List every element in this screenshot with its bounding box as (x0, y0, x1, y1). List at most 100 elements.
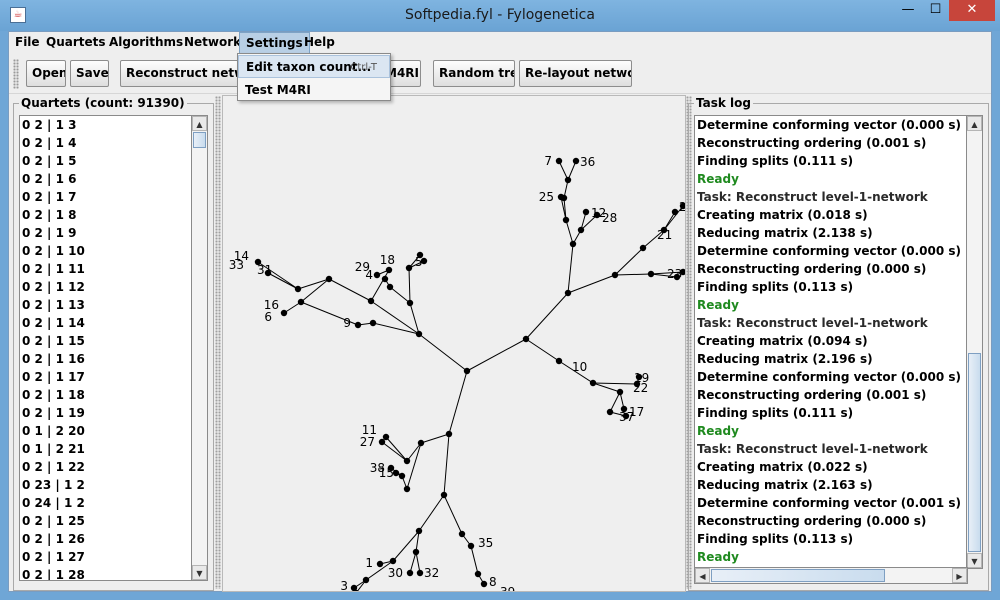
scroll-thumb[interactable] (193, 132, 206, 148)
menu-quartets[interactable]: Quartets (40, 32, 112, 54)
network-node[interactable] (569, 240, 577, 248)
network-canvas[interactable]: 7362512282212314333129185416691019221737… (222, 95, 686, 592)
network-node[interactable] (376, 560, 384, 568)
network-node[interactable] (564, 176, 572, 184)
relayout-network-button[interactable]: Re-layout network (519, 60, 632, 87)
minimize-button[interactable]: — (894, 0, 922, 21)
network-node[interactable] (389, 557, 397, 565)
list-item[interactable]: 0 1 | 2 21 (20, 440, 193, 458)
network-node[interactable] (403, 457, 411, 465)
network-node[interactable] (398, 472, 406, 480)
network-node[interactable] (522, 335, 530, 343)
network-node[interactable] (671, 208, 679, 216)
network-node[interactable] (381, 275, 389, 283)
quartets-list[interactable]: 0 2 | 1 30 2 | 1 40 2 | 1 50 2 | 1 6 0 2 … (19, 115, 194, 581)
scroll-left-arrow[interactable]: ◀ (695, 568, 710, 583)
network-node[interactable] (611, 271, 619, 279)
network-node[interactable] (589, 379, 597, 387)
scroll-down-arrow[interactable]: ▼ (967, 553, 982, 568)
network-node[interactable] (572, 157, 580, 165)
list-item[interactable]: 0 24 | 1 2 (20, 494, 193, 512)
list-item[interactable]: 0 2 | 1 15 (20, 332, 193, 350)
network-node[interactable] (562, 216, 570, 224)
list-item[interactable]: 0 1 | 2 20 (20, 422, 193, 440)
network-node[interactable] (406, 569, 414, 577)
scroll-thumb[interactable] (968, 353, 981, 552)
network-node[interactable] (555, 357, 563, 365)
network-node[interactable] (480, 580, 488, 588)
menu-network[interactable]: Network (178, 32, 247, 54)
network-node[interactable] (557, 193, 565, 201)
network-node[interactable] (647, 270, 655, 278)
scroll-right-arrow[interactable]: ▶ (952, 568, 967, 583)
network-node[interactable] (417, 439, 425, 447)
list-item[interactable]: 0 2 | 1 25 (20, 512, 193, 530)
scroll-up-arrow[interactable]: ▲ (192, 116, 207, 131)
network-node[interactable] (350, 584, 358, 591)
network-node[interactable] (555, 157, 563, 165)
toolbar-grip[interactable] (13, 59, 19, 89)
list-item[interactable]: 0 2 | 1 3 (20, 116, 193, 134)
scroll-down-arrow[interactable]: ▼ (192, 565, 207, 580)
network-node[interactable] (406, 299, 414, 307)
network-node[interactable] (577, 226, 585, 234)
list-item[interactable]: 0 2 | 1 16 (20, 350, 193, 368)
list-item[interactable]: 0 2 | 1 4 (20, 134, 193, 152)
list-item[interactable]: 0 2 | 1 11 (20, 260, 193, 278)
test-m4ri-menu-item[interactable]: Test M4RI (238, 79, 390, 102)
scroll-up-arrow[interactable]: ▲ (967, 116, 982, 131)
network-node[interactable] (382, 433, 390, 441)
network-node[interactable] (445, 430, 453, 438)
network-node[interactable] (415, 330, 423, 338)
network-node[interactable] (373, 271, 381, 279)
quartets-scrollbar[interactable]: ▲ ▼ (191, 115, 208, 581)
list-item[interactable]: 0 2 | 1 8 (20, 206, 193, 224)
network-node[interactable] (467, 542, 475, 550)
network-node[interactable] (639, 244, 647, 252)
list-item[interactable]: 0 2 | 1 6 (20, 170, 193, 188)
task-log-horizontal-scrollbar[interactable]: ◀ ▶ (694, 567, 968, 584)
network-node[interactable] (367, 297, 375, 305)
menu-help[interactable]: Help (298, 32, 341, 54)
network-node[interactable] (606, 408, 614, 416)
list-item[interactable]: 0 2 | 1 27 (20, 548, 193, 566)
list-item[interactable]: 0 2 | 1 18 (20, 386, 193, 404)
open-button[interactable]: Open (26, 60, 66, 87)
network-node[interactable] (415, 527, 423, 535)
network-node[interactable] (582, 208, 590, 216)
list-item[interactable]: 0 2 | 1 9 (20, 224, 193, 242)
random-tree-button[interactable]: Random tree (433, 60, 515, 87)
list-item[interactable]: 0 2 | 1 26 (20, 530, 193, 548)
network-node[interactable] (412, 548, 420, 556)
list-item[interactable]: 0 2 | 1 28 (20, 566, 193, 580)
list-item[interactable]: 0 2 | 1 12 (20, 278, 193, 296)
network-node[interactable] (280, 309, 288, 317)
network-node[interactable] (297, 298, 305, 306)
save-button[interactable]: Save (70, 60, 109, 87)
list-item[interactable]: 0 2 | 1 14 (20, 314, 193, 332)
list-item[interactable]: 0 2 | 1 5 (20, 152, 193, 170)
list-item[interactable]: 0 23 | 1 2 (20, 476, 193, 494)
menu-algorithms[interactable]: Algorithms (103, 32, 189, 54)
task-log-scrollbar[interactable]: ▲ ▼ (966, 115, 983, 569)
network-node[interactable] (416, 569, 424, 577)
network-node[interactable] (294, 285, 302, 293)
close-button[interactable]: ✕ (949, 0, 995, 21)
network-node[interactable] (463, 367, 471, 375)
reconstruct-network-button[interactable]: Reconstruct network (120, 60, 245, 87)
network-node[interactable] (403, 485, 411, 493)
list-item[interactable]: 0 2 | 1 22 (20, 458, 193, 476)
list-item[interactable]: 0 2 | 1 17 (20, 368, 193, 386)
split-pane-divider-left[interactable] (215, 96, 221, 589)
list-item[interactable]: 0 2 | 1 13 (20, 296, 193, 314)
network-node[interactable] (378, 438, 386, 446)
network-node[interactable] (354, 321, 362, 329)
network-node[interactable] (474, 570, 482, 578)
network-node[interactable] (325, 275, 333, 283)
network-node[interactable] (386, 283, 394, 291)
network-node[interactable] (564, 289, 572, 297)
network-node[interactable] (405, 264, 413, 272)
network-node[interactable] (440, 491, 448, 499)
list-item[interactable]: 0 2 | 1 10 (20, 242, 193, 260)
network-node[interactable] (362, 576, 370, 584)
